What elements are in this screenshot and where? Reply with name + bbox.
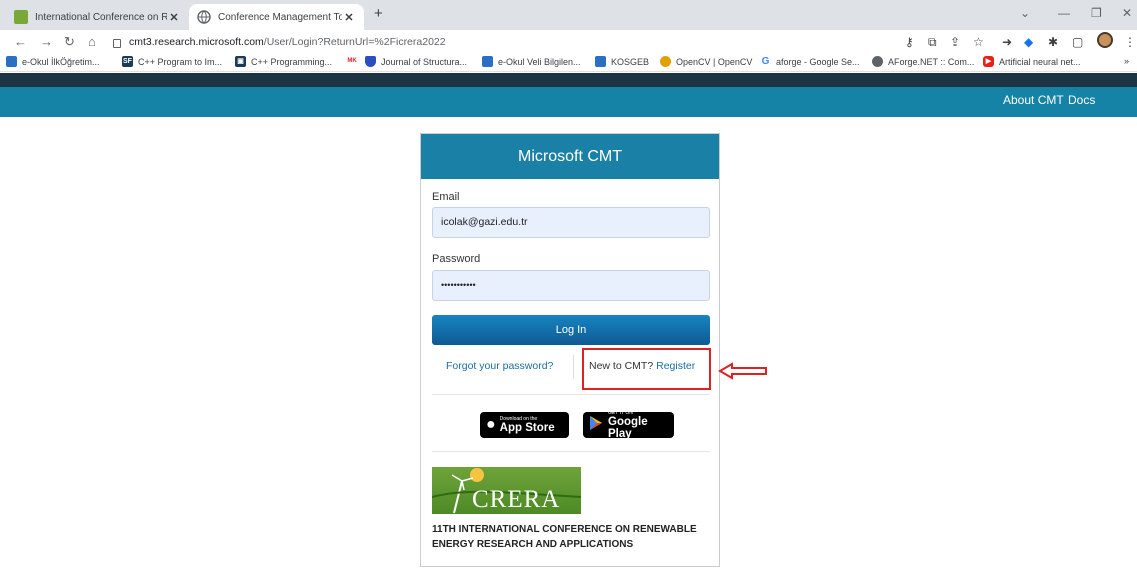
tab-title: Conference Management Toolkit	[218, 11, 342, 23]
tab-title: International Conference on Rene	[35, 11, 167, 23]
bird-icon	[6, 56, 17, 67]
bookmark-item[interactable]: MK Journal of Structura...	[344, 56, 467, 67]
bookmark-item[interactable]: OpenCV | OpenCV	[660, 56, 752, 67]
bookmark-item[interactable]: Gaforge - Google Se...	[760, 56, 860, 67]
bookmark-item[interactable]: KOSGEB	[595, 56, 649, 67]
email-label: Email	[432, 191, 460, 203]
play-icon	[589, 415, 603, 436]
close-icon[interactable]: ✕	[167, 11, 181, 24]
profile-avatar[interactable]	[1097, 32, 1113, 48]
bookmarks-bar: e-Okul İlkÖğretim... SF C++ Program to Im…	[0, 54, 1137, 72]
bookmark-item[interactable]: ▣ C++ Programming...	[235, 56, 332, 67]
address-bar[interactable]: cmt3.research.microsoft.com /User/Login?…	[113, 32, 893, 52]
annotation-arrow-icon	[718, 362, 767, 380]
bookmark-label: C++ Program to Im...	[138, 56, 223, 67]
tab-cmt[interactable]: Conference Management Toolkit ✕	[189, 4, 364, 30]
key-icon[interactable]: ⚷	[905, 35, 914, 49]
bookmark-label: C++ Programming...	[251, 56, 333, 67]
forgot-password-link[interactable]: Forgot your password?	[446, 360, 553, 372]
email-field[interactable]: icolak@gazi.edu.tr	[432, 207, 710, 238]
icrera-logo: CRERA	[432, 467, 581, 514]
browser-tab-bar: International Conference on Rene ✕ Confe…	[0, 0, 1137, 30]
code-icon: ▣	[235, 56, 246, 67]
arrow-extension-icon[interactable]: ➜	[1002, 35, 1012, 49]
app-store-big: App Store	[499, 422, 555, 434]
divider	[432, 451, 710, 452]
reload-icon[interactable]: ↻	[64, 34, 75, 50]
bookmark-label: KOSGEB	[611, 56, 650, 67]
bookmark-item[interactable]: AForge.NET :: Com...	[872, 56, 974, 67]
nav-about-cmt[interactable]: About CMT	[1003, 93, 1064, 107]
apple-icon: ●	[486, 416, 496, 433]
site-header: About CMT Docs	[0, 73, 1137, 117]
bookmarks-more-button[interactable]: »	[1124, 56, 1129, 66]
translate-icon[interactable]: ⧉	[928, 35, 937, 50]
side-panel-icon[interactable]: ▢	[1072, 35, 1083, 49]
shield-icon	[365, 56, 376, 67]
bookmark-star-icon[interactable]: ☆	[973, 35, 984, 49]
bookmark-label: OpenCV | OpenCV	[676, 56, 753, 67]
lock-icon	[113, 38, 121, 48]
nav-docs[interactable]: Docs	[1068, 93, 1095, 107]
extension-blue-icon[interactable]: ◆	[1024, 35, 1033, 49]
google-play-big: Google Play	[608, 416, 648, 440]
conference-name: 11TH INTERNATIONAL CONFERENCE ON RENEWAB…	[432, 524, 697, 550]
globe-icon	[197, 10, 211, 24]
log-in-button[interactable]: Log In	[432, 315, 710, 345]
bookmark-item[interactable]: ▶ Artificial neural net...	[983, 56, 1081, 67]
browser-toolbar: ← → ↻ ⌂ cmt3.research.microsoft.com /Use…	[0, 30, 1137, 54]
share-icon[interactable]: ⇪	[950, 35, 960, 49]
minimize-icon[interactable]: —	[1058, 6, 1070, 20]
url-path: /User/Login?ReturnUrl=%2Ficrera2022	[263, 36, 446, 48]
bookmark-label: Journal of Structura...	[381, 56, 468, 67]
close-window-icon[interactable]: ✕	[1122, 6, 1132, 20]
globe-icon	[872, 56, 883, 67]
password-label: Password	[432, 253, 481, 265]
extensions-puzzle-icon[interactable]: ✱	[1048, 35, 1058, 49]
tab-search-icon[interactable]: ⌄	[1020, 6, 1030, 20]
sf-icon: SF	[122, 56, 133, 67]
icrera-favicon-icon	[14, 10, 28, 24]
bookmark-item[interactable]: e-Okul Veli Bilgilen...	[482, 56, 581, 67]
google-play-badge[interactable]: GET IT ON Google Play	[583, 410, 674, 440]
bookmark-label: aforge - Google Se...	[776, 56, 860, 67]
mk-icon: MK	[344, 56, 360, 67]
back-icon[interactable]: ←	[14, 34, 27, 49]
home-icon[interactable]: ⌂	[88, 34, 96, 49]
bird-icon	[482, 56, 493, 67]
tab-icrera[interactable]: International Conference on Rene ✕	[6, 4, 189, 30]
divider	[432, 394, 710, 395]
new-tab-button[interactable]: +	[374, 5, 383, 22]
kosgeb-icon	[595, 56, 606, 67]
bookmark-label: e-Okul İlkÖğretim...	[22, 56, 100, 67]
youtube-icon: ▶	[983, 56, 994, 67]
bookmark-label: Artificial neural net...	[999, 56, 1081, 67]
restore-icon[interactable]: ❐	[1091, 6, 1102, 20]
app-store-badge[interactable]: ● Download on the App Store	[480, 412, 569, 438]
password-field[interactable]: •••••••••••	[432, 270, 710, 301]
menu-kebab-icon[interactable]: ⋮	[1124, 35, 1136, 49]
bookmark-item[interactable]: e-Okul İlkÖğretim...	[6, 56, 100, 67]
register-highlight-box	[582, 348, 711, 390]
bookmark-item[interactable]: SF C++ Program to Im...	[122, 56, 222, 67]
url-host: cmt3.research.microsoft.com	[129, 36, 264, 48]
opencv-icon	[660, 56, 671, 67]
bookmark-label: AForge.NET :: Com...	[888, 56, 975, 67]
login-card-title: Microsoft CMT	[421, 134, 719, 179]
divider	[573, 355, 574, 379]
google-icon: G	[760, 56, 771, 67]
forward-icon[interactable]: →	[40, 34, 53, 49]
bookmark-label: e-Okul Veli Bilgilen...	[498, 56, 581, 67]
logo-text: CRERA	[472, 486, 561, 513]
close-icon[interactable]: ✕	[342, 11, 356, 24]
